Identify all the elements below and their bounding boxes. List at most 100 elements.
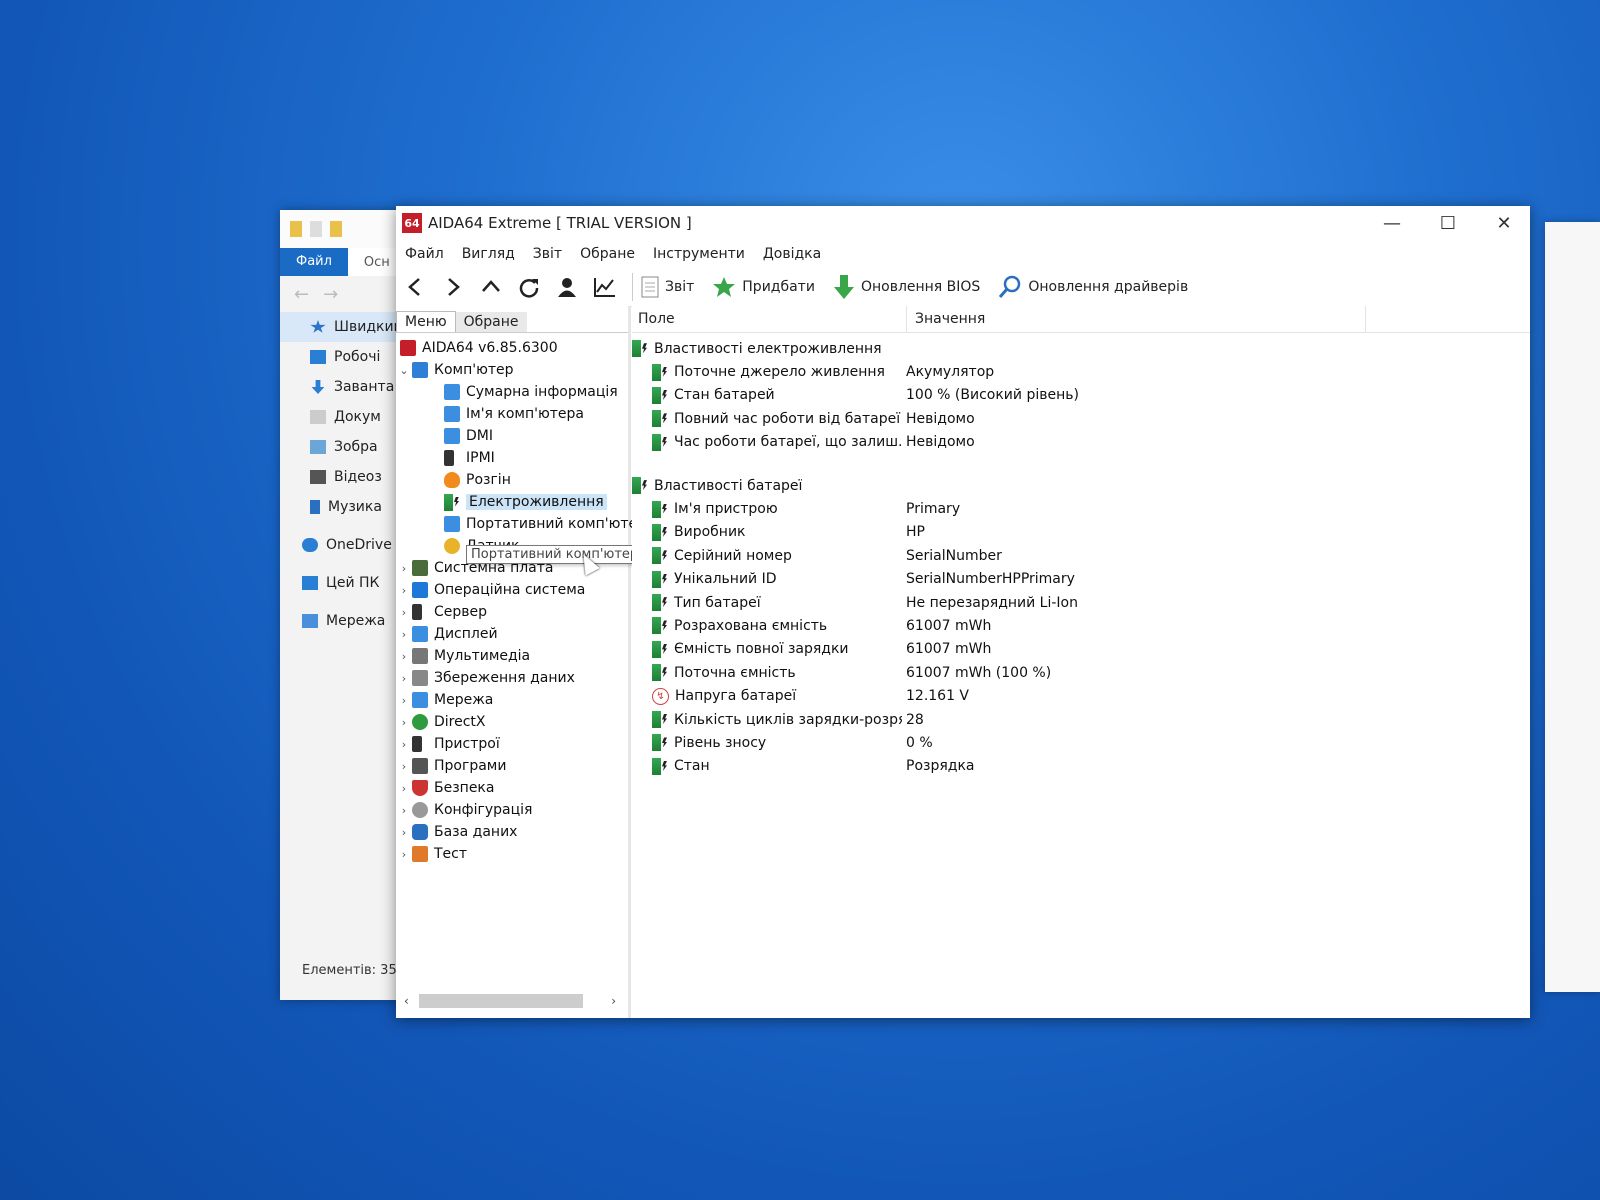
column-header-field[interactable]: Поле	[632, 306, 907, 332]
tree-item-portable[interactable]: Портативний комп'ютер	[396, 513, 646, 535]
nav-item-documents[interactable]: Докум	[280, 402, 410, 432]
chevron-down-icon[interactable]: ⌄	[396, 364, 412, 377]
menu-file[interactable]: Файл	[396, 246, 453, 262]
scrollbar-thumb[interactable]	[418, 994, 584, 1008]
chevron-right-icon[interactable]: ›	[396, 606, 412, 619]
nav-item-network[interactable]: Мережа	[280, 606, 410, 636]
tree-item-programs[interactable]: › Програми	[396, 755, 628, 777]
property-row[interactable]: Час роботи батареї, що залиш... Невідомо	[632, 431, 1530, 454]
tree-item-config[interactable]: › Конфігурація	[396, 799, 628, 821]
tree-item-dmi[interactable]: DMI	[396, 425, 628, 447]
nav-item-desktop[interactable]: Робочі	[280, 342, 410, 372]
nav-item-videos[interactable]: Відеоз	[280, 462, 410, 492]
tree-item-storage[interactable]: › Збереження даних	[396, 667, 628, 689]
tree-item-multimedia[interactable]: › Мультимедіа	[396, 645, 628, 667]
new-folder-icon[interactable]	[330, 221, 342, 237]
property-row[interactable]: Виробник HP	[632, 521, 1530, 544]
property-row[interactable]: Серійний номер SerialNumber	[632, 544, 1530, 567]
minimize-button[interactable]: —	[1364, 206, 1420, 240]
tree-item-network[interactable]: › Мережа	[396, 689, 628, 711]
refresh-button[interactable]	[510, 270, 548, 304]
property-row[interactable]: Рівень зносу 0 %	[632, 731, 1530, 754]
chevron-right-icon[interactable]: ›	[396, 848, 412, 861]
explorer-home-tab[interactable]: Осн	[364, 255, 390, 270]
horizontal-scrollbar[interactable]: ‹ ›	[396, 992, 624, 1010]
chevron-right-icon[interactable]: ›	[396, 716, 412, 729]
title-bar[interactable]: 64 AIDA64 Extreme [ TRIAL VERSION ] — ☐ …	[396, 206, 1530, 240]
gear-icon	[412, 802, 428, 818]
back-arrow-icon[interactable]: ←	[294, 284, 309, 305]
scroll-right-icon[interactable]: ›	[611, 994, 616, 1008]
chevron-right-icon[interactable]: ›	[396, 760, 412, 773]
menu-report[interactable]: Звіт	[524, 246, 571, 262]
menu-view[interactable]: Вигляд	[453, 246, 524, 262]
property-row[interactable]: Ім'я пристрою Primary	[632, 497, 1530, 520]
chevron-right-icon[interactable]: ›	[396, 672, 412, 685]
tab-menu[interactable]: Меню	[396, 311, 456, 332]
forward-arrow-icon[interactable]: →	[323, 284, 338, 305]
nav-item-music[interactable]: Музика	[280, 492, 410, 522]
tree-item-test[interactable]: › Тест	[396, 843, 628, 865]
scroll-left-icon[interactable]: ‹	[404, 994, 409, 1008]
nav-item-pictures[interactable]: Зобра	[280, 432, 410, 462]
bios-update-button[interactable]: Оновлення BIOS	[833, 274, 980, 300]
buy-button[interactable]: Придбати	[712, 276, 815, 298]
chevron-right-icon[interactable]: ›	[396, 694, 412, 707]
forward-button[interactable]	[434, 270, 472, 304]
property-row[interactable]: Ємність повної зарядки 61007 mWh	[632, 638, 1530, 661]
driver-update-button[interactable]: Оновлення драйверів	[998, 275, 1188, 299]
property-row[interactable]: Повний час роботи від батареї Невідомо	[632, 407, 1530, 430]
chevron-right-icon[interactable]: ›	[396, 782, 412, 795]
tree-item-display[interactable]: › Дисплей	[396, 623, 628, 645]
tree-item-security[interactable]: › Безпека	[396, 777, 628, 799]
up-button[interactable]	[472, 270, 510, 304]
property-row[interactable]: Кількість циклів зарядки-розря... 28	[632, 708, 1530, 731]
property-row[interactable]: Тип батареї Не перезарядний Li-Ion	[632, 591, 1530, 614]
back-button[interactable]	[396, 270, 434, 304]
chevron-right-icon[interactable]: ›	[396, 738, 412, 751]
property-row[interactable]: Стан Розрядка	[632, 755, 1530, 778]
tree-item-power[interactable]: Електроживлення	[396, 491, 628, 513]
tree-item-database[interactable]: › База даних	[396, 821, 628, 843]
folder-icon[interactable]	[290, 221, 302, 237]
menu-tools[interactable]: Інструменти	[644, 246, 754, 262]
chevron-right-icon[interactable]: ›	[396, 562, 412, 575]
tree-item-computer[interactable]: ⌄ Комп'ютер	[396, 359, 628, 381]
tree-item-directx[interactable]: › DirectX	[396, 711, 628, 733]
maximize-button[interactable]: ☐	[1420, 206, 1476, 240]
tree-item-computer-name[interactable]: Ім'я комп'ютера	[396, 403, 628, 425]
nav-item-onedrive[interactable]: OneDrive	[280, 530, 410, 560]
nav-item-downloads[interactable]: Заванта	[280, 372, 410, 402]
properties-icon[interactable]	[310, 221, 322, 237]
menu-favorites[interactable]: Обране	[571, 246, 644, 262]
user-button[interactable]	[548, 270, 586, 304]
tree-item-server[interactable]: › Сервер	[396, 601, 628, 623]
property-row[interactable]: ↯ Напруга батареї 12.161 V	[632, 684, 1530, 707]
property-row[interactable]: Унікальний ID SerialNumberHPPrimary	[632, 568, 1530, 591]
battery-plug-icon	[632, 340, 654, 358]
property-row[interactable]: Поточна ємність 61007 mWh (100 %)	[632, 661, 1530, 684]
chevron-right-icon[interactable]: ›	[396, 584, 412, 597]
tab-favorites[interactable]: Обране	[455, 312, 527, 332]
property-row[interactable]: Поточне джерело живлення Акумулятор	[632, 360, 1530, 383]
property-row[interactable]: Розрахована ємність 61007 mWh	[632, 614, 1530, 637]
close-button[interactable]: ✕	[1476, 206, 1532, 240]
tree-item-summary[interactable]: Сумарна інформація	[396, 381, 628, 403]
column-header-value[interactable]: Значення	[907, 306, 1366, 332]
menu-help[interactable]: Довідка	[754, 246, 830, 262]
chevron-right-icon[interactable]: ›	[396, 826, 412, 839]
report-button[interactable]: Звіт	[641, 276, 694, 298]
nav-item-quick-access[interactable]: Швидкий	[280, 312, 410, 342]
explorer-file-tab[interactable]: Файл	[280, 248, 348, 276]
chevron-right-icon[interactable]: ›	[396, 650, 412, 663]
tree-item-devices[interactable]: › Пристрої	[396, 733, 628, 755]
chevron-right-icon[interactable]: ›	[396, 804, 412, 817]
tree-item-ipmi[interactable]: IPMI	[396, 447, 628, 469]
tree-item-overclock[interactable]: Розгін	[396, 469, 628, 491]
nav-item-this-pc[interactable]: Цей ПК	[280, 568, 410, 598]
property-row[interactable]: Стан батарей 100 % (Високий рівень)	[632, 384, 1530, 407]
chevron-right-icon[interactable]: ›	[396, 628, 412, 641]
benchmark-chart-button[interactable]	[586, 270, 624, 304]
tree-root[interactable]: AIDA64 v6.85.6300	[396, 337, 628, 359]
tree-item-os[interactable]: › Операційна система	[396, 579, 628, 601]
